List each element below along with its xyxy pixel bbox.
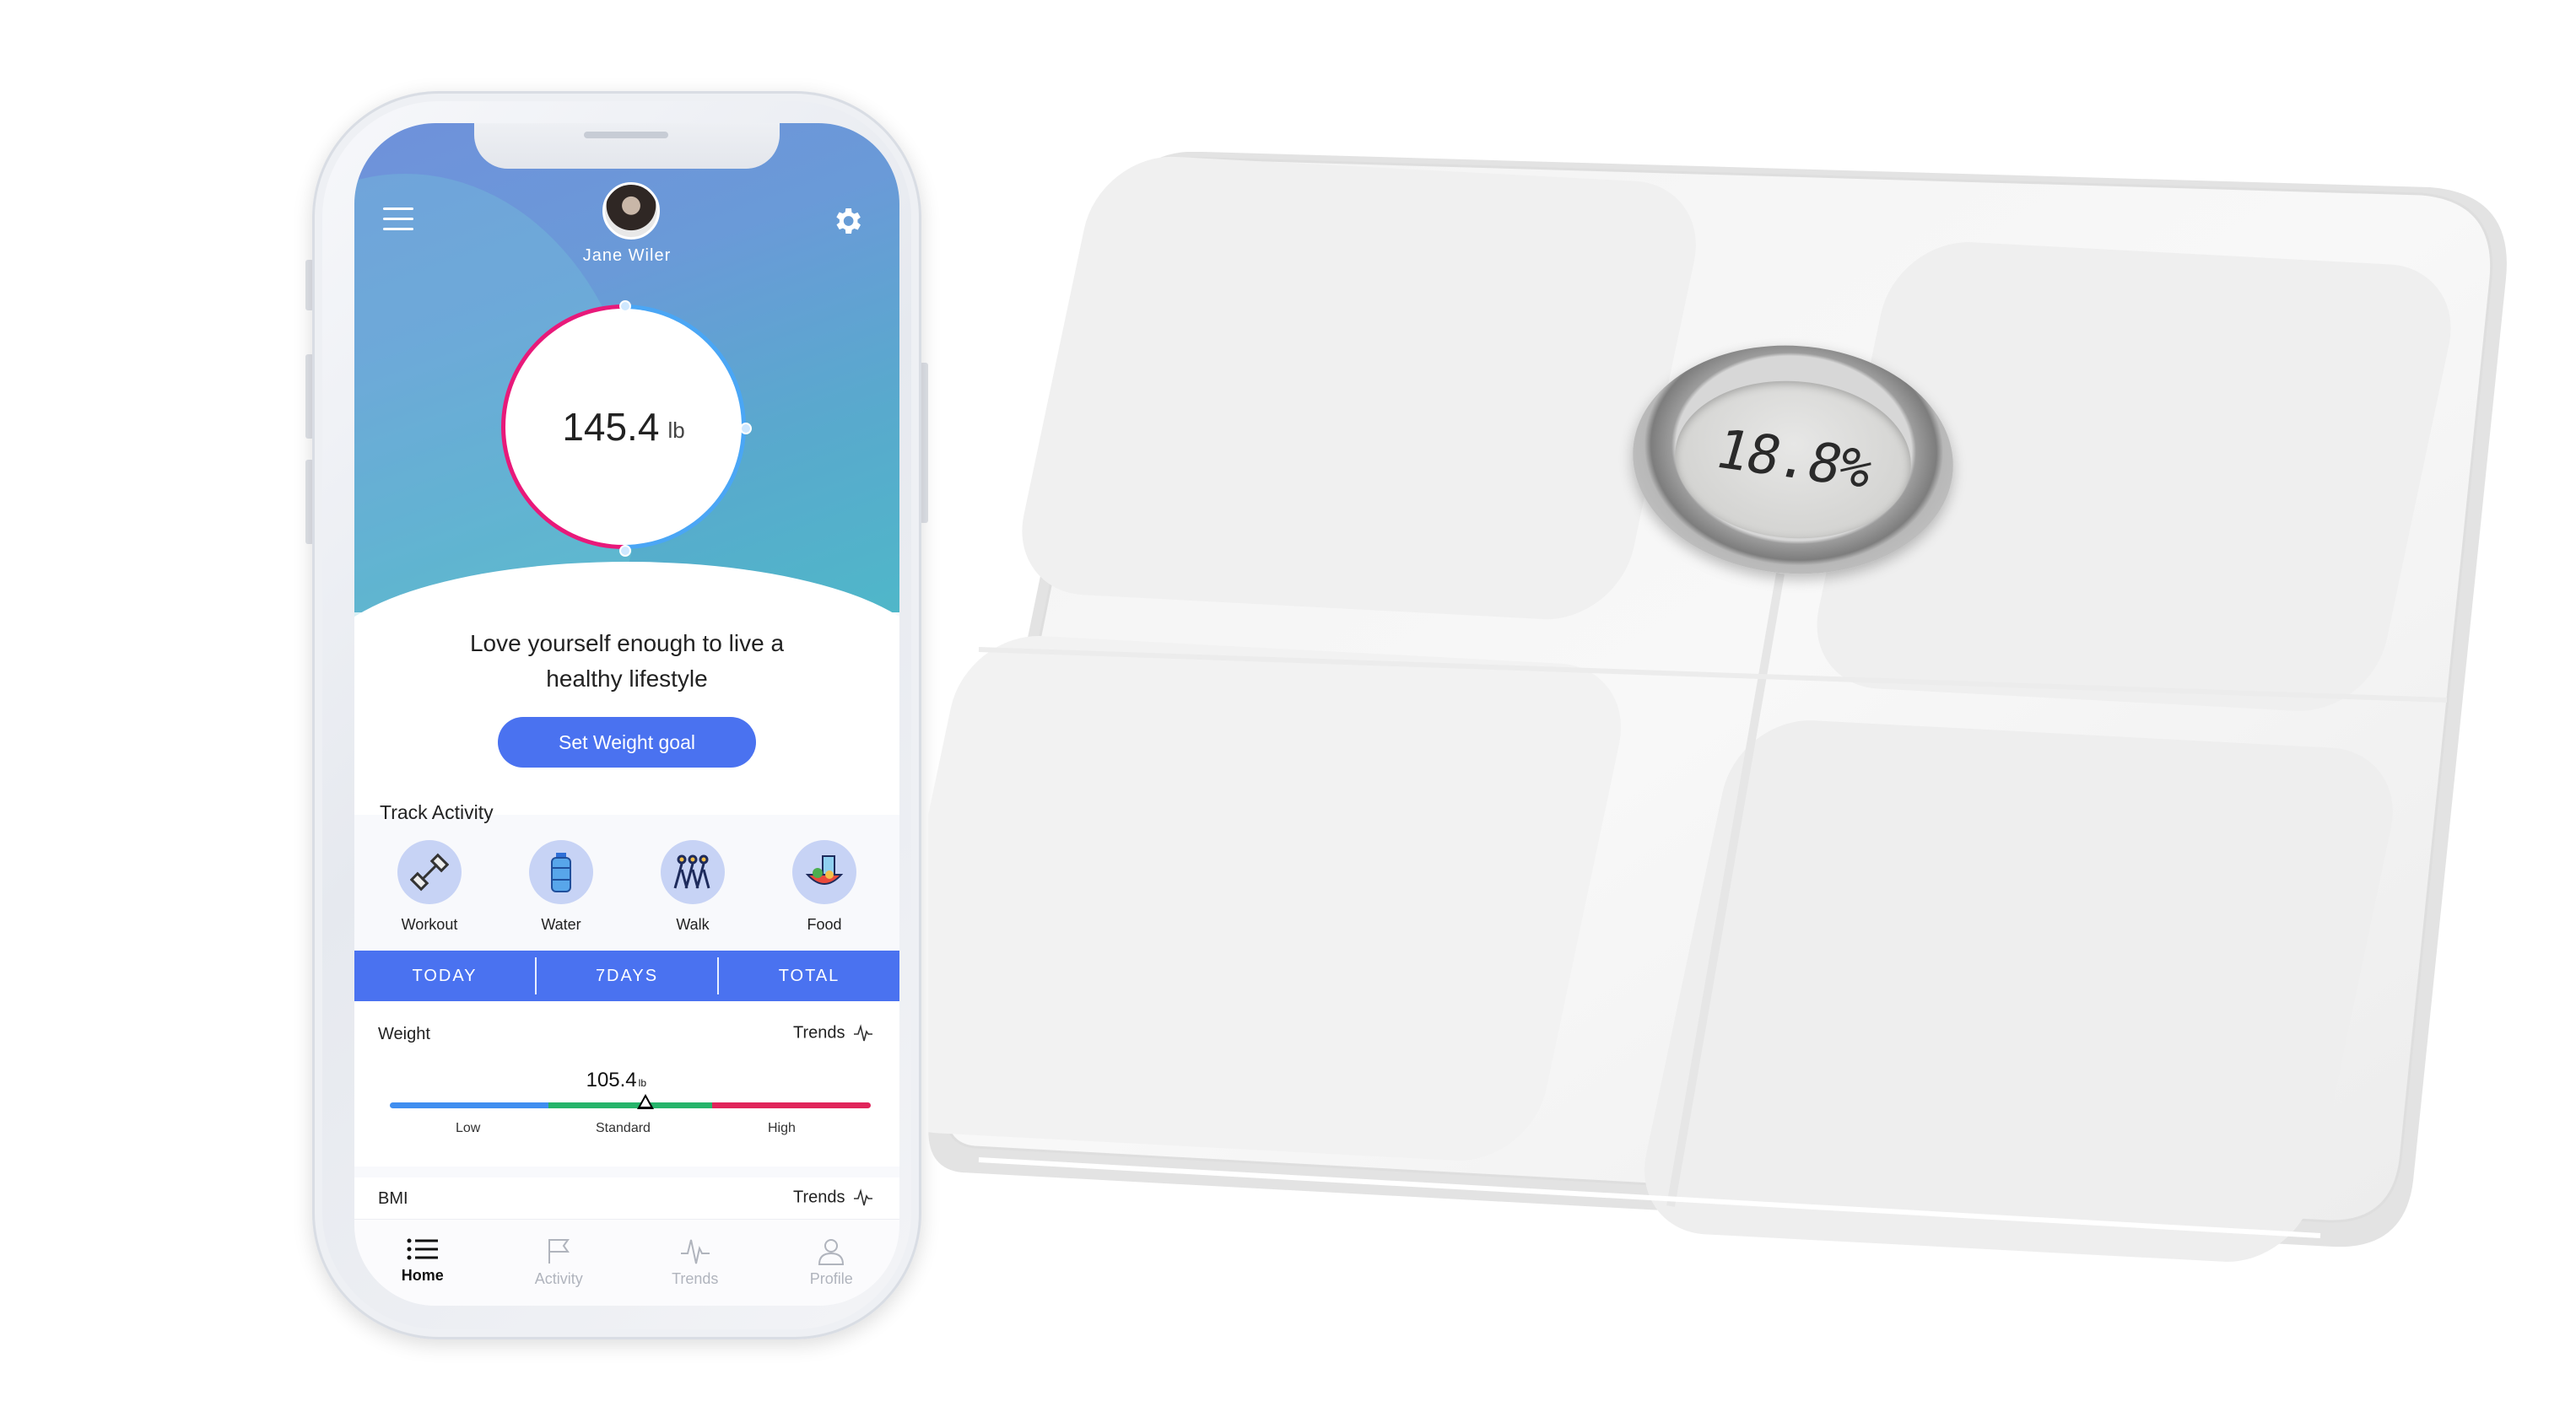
tab-7days[interactable]: 7DAYS <box>537 951 717 1001</box>
weight-card: Weight Trends 105.4 lb Low Standard High <box>354 1001 899 1167</box>
tab-today[interactable]: TODAY <box>354 951 535 1001</box>
smart-scale <box>928 152 2507 1262</box>
water-bottle-icon <box>529 840 593 904</box>
ring-handle-bottom <box>619 545 631 557</box>
electrode-pad <box>1022 156 1696 620</box>
electrode-pad <box>928 636 1622 1161</box>
weight-gauge-track <box>390 1102 871 1108</box>
weight-display: 145.4 lb <box>505 309 742 545</box>
weight-gauge-marker <box>637 1094 654 1109</box>
phone-speaker <box>584 132 668 138</box>
app-screen: Jane Wiler 145.4 lb Love yourself enough… <box>354 123 899 1306</box>
tab-total[interactable]: TOTAL <box>719 951 899 1001</box>
list-icon <box>407 1238 438 1260</box>
nav-home[interactable]: Home <box>354 1220 491 1306</box>
gauge-label-standard: Standard <box>596 1121 651 1135</box>
gear-icon[interactable] <box>830 204 864 238</box>
pulse-icon <box>680 1239 710 1264</box>
track-walk-button[interactable]: Walk <box>646 840 739 934</box>
pulse-icon <box>854 1024 873 1042</box>
body-fat-reading: 18.8% <box>1708 418 1878 501</box>
dumbbell-icon <box>397 840 462 904</box>
bmi-card-title: BMI <box>378 1189 408 1208</box>
hamburger-menu-icon[interactable] <box>383 207 413 233</box>
current-weight-unit: lb <box>667 417 685 443</box>
gauge-label-low: Low <box>456 1121 481 1135</box>
phone-notch <box>474 123 780 169</box>
bottom-nav: Home Activity Trends Profile <box>354 1220 899 1306</box>
ring-handle-right <box>740 423 752 434</box>
track-water-button[interactable]: Water <box>515 840 608 934</box>
current-weight-value: 145.4 <box>562 405 660 449</box>
electrode-pad <box>1644 720 2393 1262</box>
person-icon <box>818 1239 845 1265</box>
pulse-icon <box>854 1188 873 1206</box>
walk-icon <box>661 840 725 904</box>
ring-handle-top <box>619 300 631 312</box>
weight-card-title: Weight <box>378 1025 430 1043</box>
tagline: Love yourself enough to live a healthy l… <box>469 630 785 692</box>
scale-lcd: 18.8% <box>1669 373 1917 547</box>
flag-icon <box>548 1239 570 1264</box>
nav-activity[interactable]: Activity <box>491 1220 628 1306</box>
food-icon <box>792 840 856 904</box>
nav-trends[interactable]: Trends <box>627 1220 764 1306</box>
track-food-button[interactable]: Food <box>778 840 871 934</box>
avatar[interactable] <box>602 182 660 240</box>
weight-ring: 145.4 lb <box>501 300 752 557</box>
user-name: Jane Wiler <box>582 246 672 265</box>
weight-trends-link[interactable]: Trends <box>793 1023 873 1043</box>
set-weight-goal-button[interactable]: Set Weight goal <box>498 717 756 768</box>
track-workout-button[interactable]: Workout <box>383 840 476 934</box>
weight-gauge-value: 105.4 lb <box>586 1069 646 1091</box>
nav-profile[interactable]: Profile <box>764 1220 900 1306</box>
gauge-label-high: High <box>768 1121 796 1135</box>
track-activity-title: Track Activity <box>380 801 494 823</box>
range-tab-bar: TODAY 7DAYS TOTAL <box>354 951 899 1001</box>
bmi-trends-link[interactable]: Trends <box>793 1188 873 1208</box>
